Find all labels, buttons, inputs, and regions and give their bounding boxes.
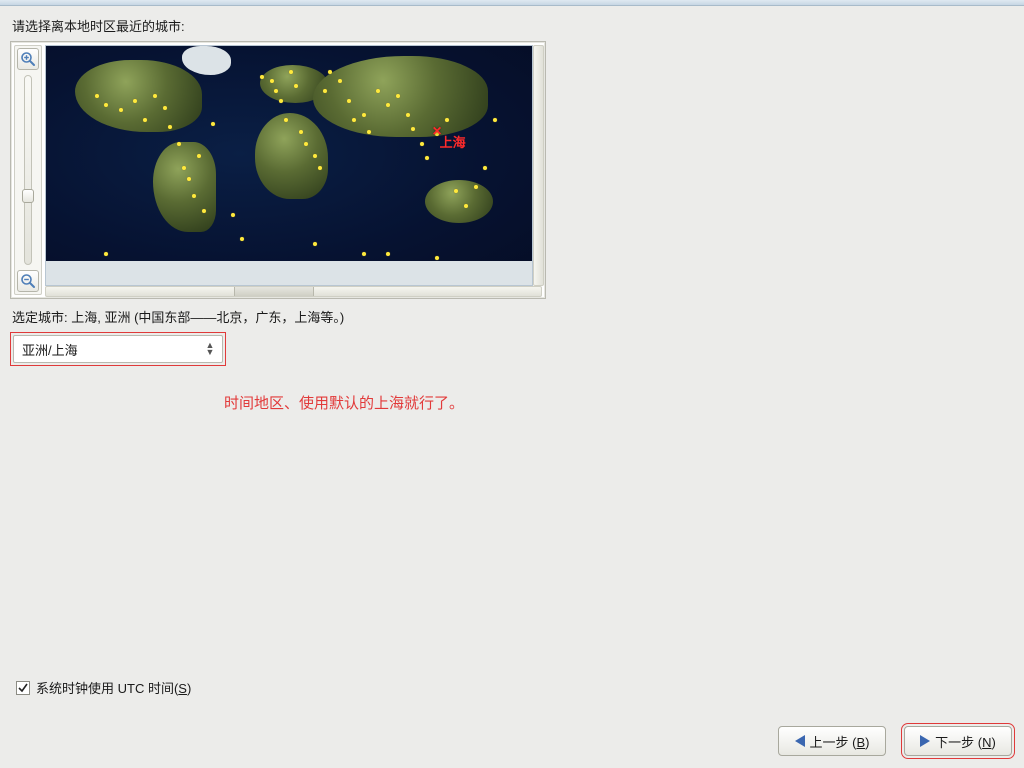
map-vertical-scrollbar[interactable] [533, 45, 544, 286]
timezone-combo[interactable]: 亚洲/上海 ▲▼ [13, 335, 223, 363]
utc-checkbox-label[interactable]: 系统时钟使用 UTC 时间(S) [36, 678, 191, 697]
check-icon [18, 683, 28, 693]
combo-spinner-icon: ▲▼ [202, 342, 218, 356]
zoom-out-icon [20, 273, 36, 289]
back-label-post: ) [865, 735, 869, 750]
selected-city-value: 上海, 亚洲 (中国东部——北京，广东，上海等。) [71, 310, 344, 325]
zoom-controls [14, 45, 42, 295]
utc-mnemonic: S [178, 681, 187, 696]
zoom-slider-thumb[interactable] [22, 189, 34, 203]
timezone-combo-value: 亚洲/上海 [22, 340, 202, 359]
arrow-right-icon [920, 735, 930, 747]
next-mnemonic: N [982, 735, 991, 750]
map-horizontal-scrollbar-thumb[interactable] [234, 287, 314, 296]
land-antarctica [46, 261, 532, 285]
back-button[interactable]: 上一步 (B) [778, 726, 886, 756]
land-asia [313, 56, 488, 137]
utc-label-pre: 系统时钟使用 UTC 时间( [36, 681, 178, 696]
utc-checkbox-row: 系统时钟使用 UTC 时间(S) [16, 678, 191, 697]
zoom-in-button[interactable] [17, 48, 39, 70]
next-button-label: 下一步 (N) [935, 732, 996, 751]
timezone-map-frame: × 上海 [10, 41, 546, 299]
back-mnemonic: B [856, 735, 865, 750]
world-map[interactable]: × 上海 [45, 45, 533, 286]
selected-city-label: 上海 [440, 132, 466, 151]
next-button[interactable]: 下一步 (N) [904, 726, 1012, 756]
prompt-label: 请选择离本地时区最近的城市: [12, 16, 1014, 35]
selected-city-prefix: 选定城市: [12, 310, 71, 325]
arrow-left-icon [795, 735, 805, 747]
back-button-label: 上一步 (B) [810, 732, 870, 751]
zoom-slider[interactable] [24, 75, 32, 265]
land-australia [425, 180, 493, 223]
utc-checkbox[interactable] [16, 681, 30, 695]
utc-label-post: ) [187, 681, 191, 696]
next-label-post: ) [992, 735, 996, 750]
zoom-out-button[interactable] [17, 270, 39, 292]
next-label-pre: 下一步 ( [935, 735, 982, 750]
wizard-nav: 上一步 (B) 下一步 (N) [778, 726, 1012, 756]
page-content: 请选择离本地时区最近的城市: [0, 6, 1024, 423]
zoom-in-icon [20, 51, 36, 67]
annotation-text: 时间地区、使用默认的上海就行了。 [224, 392, 1014, 413]
timezone-combo-highlight: 亚洲/上海 ▲▼ [10, 332, 226, 366]
selected-city-line: 选定城市: 上海, 亚洲 (中国东部——北京，广东，上海等。) [12, 307, 1014, 326]
back-label-pre: 上一步 ( [810, 735, 857, 750]
map-horizontal-scrollbar[interactable] [45, 286, 542, 297]
